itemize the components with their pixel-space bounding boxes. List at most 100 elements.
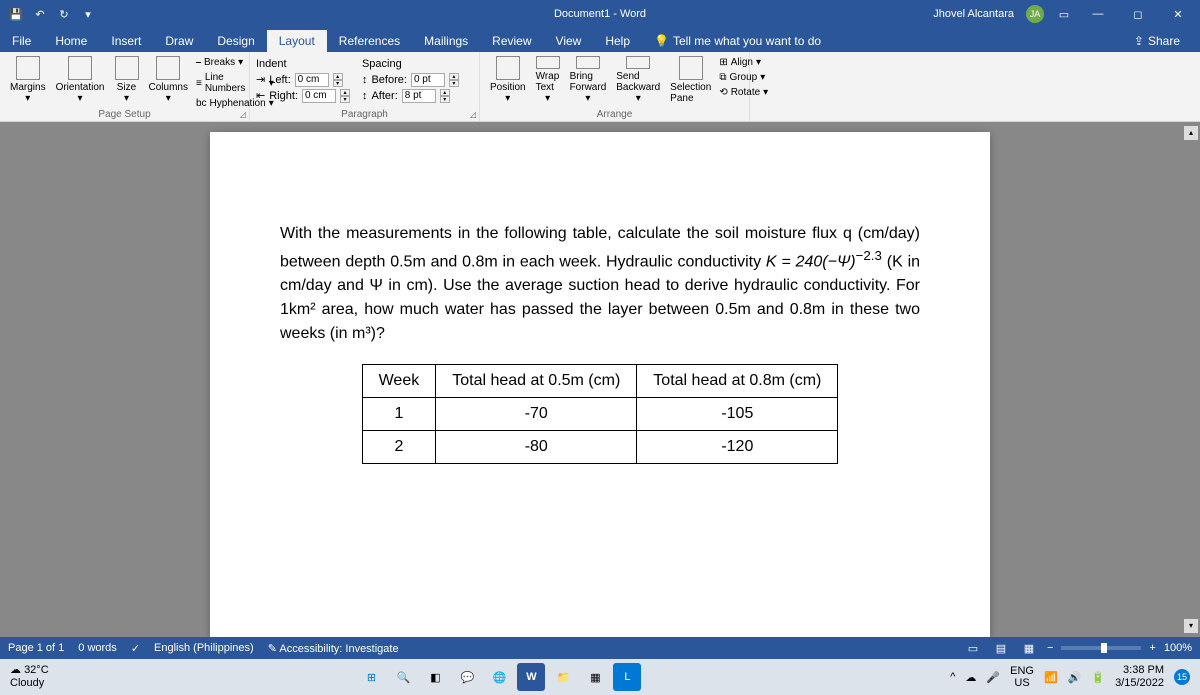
language-code[interactable]: ENG [1010, 665, 1034, 677]
search-icon[interactable]: 🔍 [389, 663, 417, 691]
selection-pane-button[interactable]: Selection Pane [666, 54, 715, 106]
table-row[interactable]: Week Total head at 0.5m (cm) Total head … [362, 365, 838, 398]
document-area[interactable]: With the measurements in the following t… [0, 122, 1200, 637]
zoom-in-button[interactable]: + [1149, 642, 1155, 654]
page-count[interactable]: Page 1 of 1 [8, 642, 64, 654]
mic-icon[interactable]: 🎤 [986, 671, 1000, 684]
tab-view[interactable]: View [544, 30, 594, 52]
send-backward-button[interactable]: Send Backward▾ [612, 54, 664, 106]
orientation-button[interactable]: Orientation▾ [52, 54, 109, 106]
maximize-button[interactable]: ◻ [1124, 0, 1152, 28]
spin-down[interactable]: ▾ [340, 96, 350, 103]
tab-review[interactable]: Review [480, 30, 543, 52]
zoom-thumb[interactable] [1101, 643, 1107, 653]
avatar[interactable]: JA [1026, 5, 1044, 23]
align-button[interactable]: ⊞Align ▾ [717, 56, 770, 69]
space-before-input[interactable] [411, 73, 445, 87]
print-layout-icon[interactable]: ▤ [991, 640, 1011, 656]
tab-draw[interactable]: Draw [153, 30, 205, 52]
word-count[interactable]: 0 words [78, 642, 117, 654]
chevron-up-icon[interactable]: ^ [950, 671, 955, 683]
text-line: Ψ in cm). Use the average suction head t… [280, 277, 920, 342]
tab-file[interactable]: File [0, 30, 43, 52]
status-bar: Page 1 of 1 0 words ✓ English (Philippin… [0, 637, 1200, 659]
page-setup-dialog-launcher[interactable]: ◿ [240, 110, 246, 119]
ribbon-display-icon[interactable]: ▭ [1056, 6, 1072, 22]
spin-down[interactable]: ▾ [440, 96, 450, 103]
share-button[interactable]: ⇪ Share [1126, 30, 1188, 52]
table-row[interactable]: 2 -80 -120 [362, 431, 838, 464]
edge-icon[interactable]: 🌐 [485, 663, 513, 691]
minimize-button[interactable]: — [1084, 0, 1112, 28]
group-arrange: Position▾ Wrap Text▾ Bring Forward▾ Send… [480, 52, 750, 121]
spin-up[interactable]: ▴ [340, 89, 350, 96]
accessibility-status[interactable]: ✎ Accessibility: Investigate [268, 642, 399, 655]
equation: K = 240(−Ψ) [766, 253, 856, 270]
scroll-down-icon[interactable]: ▾ [1184, 619, 1198, 633]
spin-down[interactable]: ▾ [449, 80, 459, 87]
position-button[interactable]: Position▾ [486, 54, 530, 106]
spin-up[interactable]: ▴ [333, 73, 343, 80]
battery-icon[interactable]: 🔋 [1091, 671, 1105, 684]
tab-design[interactable]: Design [205, 30, 266, 52]
page[interactable]: With the measurements in the following t… [210, 132, 990, 637]
wrap-text-button[interactable]: Wrap Text▾ [532, 54, 564, 106]
start-button[interactable]: ⊞ [357, 663, 385, 691]
margins-button[interactable]: Margins▾ [6, 54, 50, 106]
explorer-icon[interactable]: 📁 [549, 663, 577, 691]
save-icon[interactable]: 💾 [8, 6, 24, 22]
zoom-out-button[interactable]: − [1047, 642, 1053, 654]
redo-icon[interactable]: ↻ [56, 6, 72, 22]
chat-icon[interactable]: 💬 [453, 663, 481, 691]
indent-right-input[interactable] [302, 89, 336, 103]
space-after-input[interactable] [402, 89, 436, 103]
app-icon[interactable]: L [613, 663, 641, 691]
notification-badge[interactable]: 15 [1174, 669, 1190, 685]
temperature: 32°C [24, 664, 49, 676]
vertical-scrollbar[interactable]: ▴ ▾ [1184, 126, 1198, 633]
scroll-up-icon[interactable]: ▴ [1184, 126, 1198, 140]
data-table[interactable]: Week Total head at 0.5m (cm) Total head … [362, 364, 839, 464]
tab-insert[interactable]: Insert [99, 30, 153, 52]
zoom-slider[interactable] [1061, 646, 1141, 650]
paragraph-dialog-launcher[interactable]: ◿ [470, 110, 476, 119]
tab-references[interactable]: References [327, 30, 412, 52]
paragraph-1[interactable]: With the measurements in the following t… [280, 222, 920, 346]
tab-mailings[interactable]: Mailings [412, 30, 480, 52]
chevron-down-icon: ▾ [585, 93, 590, 104]
word-icon[interactable]: W [517, 663, 545, 691]
weather-icon: ☁ [10, 664, 21, 676]
group-button[interactable]: ⧉Group ▾ [717, 71, 770, 84]
task-view-icon[interactable]: ◧ [421, 663, 449, 691]
read-mode-icon[interactable]: ▭ [963, 640, 983, 656]
qat-customize-icon[interactable]: ▾ [80, 6, 96, 22]
volume-icon[interactable]: 🔊 [1068, 671, 1082, 684]
clock[interactable]: 3:38 PM 3/15/2022 [1115, 664, 1164, 690]
spin-up[interactable]: ▴ [440, 89, 450, 96]
weather-widget[interactable]: ☁ 32°C Cloudy [10, 664, 49, 690]
rotate-button[interactable]: ⟲Rotate ▾ [717, 86, 770, 99]
columns-button[interactable]: Columns▾ [145, 54, 192, 106]
zoom-level[interactable]: 100% [1164, 642, 1192, 654]
tab-home[interactable]: Home [43, 30, 99, 52]
table-row[interactable]: 1 -70 -105 [362, 398, 838, 431]
tab-help[interactable]: Help [593, 30, 642, 52]
size-button[interactable]: Size▾ [111, 54, 143, 106]
onedrive-icon[interactable]: ☁ [965, 671, 976, 684]
web-layout-icon[interactable]: ▦ [1019, 640, 1039, 656]
language-region[interactable]: US [1010, 677, 1034, 689]
indent-left-input[interactable] [295, 73, 329, 87]
bring-forward-button[interactable]: Bring Forward▾ [566, 54, 611, 106]
spin-up[interactable]: ▴ [449, 73, 459, 80]
tell-me-search[interactable]: 💡 Tell me what you want to do [642, 30, 833, 52]
user-name[interactable]: Jhovel Alcantara [933, 8, 1014, 20]
language-status[interactable]: English (Philippines) [154, 642, 254, 654]
spin-down[interactable]: ▾ [333, 80, 343, 87]
undo-icon[interactable]: ↶ [32, 6, 48, 22]
app-icon[interactable]: ▦ [581, 663, 609, 691]
spell-check-icon[interactable]: ✓ [131, 642, 140, 655]
close-button[interactable]: ✕ [1164, 0, 1192, 28]
wifi-icon[interactable]: 📶 [1044, 671, 1058, 684]
tab-layout[interactable]: Layout [267, 30, 327, 52]
taskbar: ☁ 32°C Cloudy ⊞ 🔍 ◧ 💬 🌐 W 📁 ▦ L ^ ☁ 🎤 EN… [0, 659, 1200, 695]
